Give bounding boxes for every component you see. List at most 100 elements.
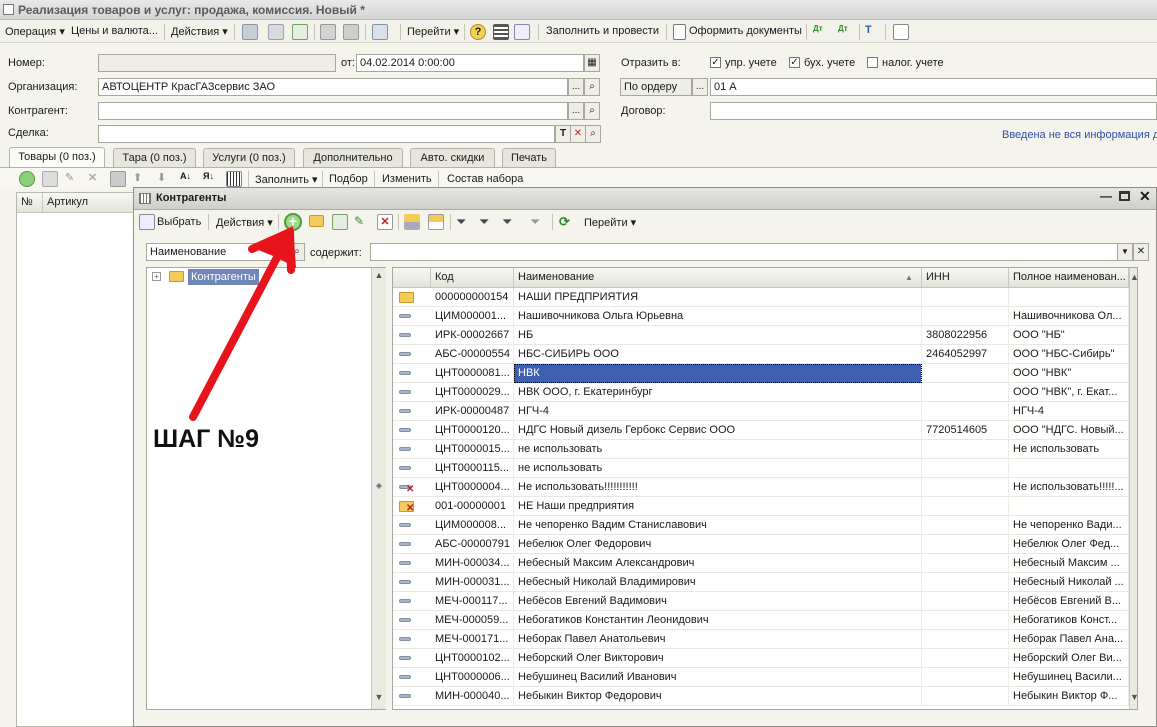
sort-desc-icon[interactable]: Я↓ — [203, 171, 219, 187]
dialog-actions-menu[interactable]: Действия ▾ — [216, 216, 273, 229]
add-new-contractor-icon[interactable]: + — [284, 213, 302, 231]
date-field[interactable]: 04.02.2014 0:00:00 — [356, 54, 584, 72]
organization-field[interactable]: АВТОЦЕНТР КрасГАЗсервис ЗАО — [98, 78, 568, 96]
table-row[interactable]: ЦНТ0000015... не использовать Не использов… — [393, 440, 1129, 459]
search-clear-icon[interactable]: ✕ — [1133, 243, 1149, 261]
table-row[interactable]: ЦНТ0000115... не использовать — [393, 459, 1129, 478]
list-icon[interactable] — [493, 24, 509, 40]
calculator-icon[interactable] — [893, 24, 909, 40]
calendar-icon[interactable]: ▦ — [584, 54, 600, 72]
barcode-icon[interactable] — [226, 171, 242, 187]
filter-history-icon[interactable]: ⏷ — [502, 214, 518, 230]
number-field[interactable] — [98, 54, 336, 72]
add-icon[interactable] — [292, 24, 308, 40]
search-field-select[interactable]: Наименование — [146, 243, 290, 261]
deal-type-button[interactable]: T — [555, 125, 571, 143]
table-row[interactable]: МЕЧ-000059... Небогатиков Константин Леон… — [393, 611, 1129, 630]
edit-row-icon[interactable]: ✎ — [65, 171, 81, 187]
hierarchy-icon[interactable] — [404, 214, 420, 230]
move-to-group-icon[interactable] — [428, 214, 444, 230]
clear-filter-icon[interactable]: ⏷ — [530, 214, 546, 230]
by-order-field[interactable]: По ордеру — [620, 78, 692, 96]
order-value-field[interactable]: 01 А — [710, 78, 1157, 96]
table-row[interactable]: ✕ 001-00000001 НЕ Наши предприятия — [393, 497, 1129, 516]
goto-menu[interactable]: Перейти ▾ — [407, 25, 459, 38]
add-folder-icon[interactable] — [309, 215, 324, 227]
contractor-field[interactable] — [98, 102, 568, 120]
select-button[interactable]: Выбрать — [157, 216, 201, 228]
mark-delete-icon[interactable]: ✕ — [377, 214, 393, 230]
kit-composition-button[interactable]: Состав набора — [447, 173, 523, 185]
refresh-icon[interactable]: ⟳ — [559, 214, 575, 230]
accounting-checkbox[interactable]: ✓ — [789, 57, 800, 68]
table-row[interactable]: ЦНТ0000006... Небушинец Василий Иванович Н… — [393, 668, 1129, 687]
table-row[interactable]: ЦИМ000008... Не чепоренко Вадим Станислав… — [393, 516, 1129, 535]
contractor-search-icon[interactable]: ⌕ — [584, 102, 600, 120]
col-inn[interactable]: ИНН — [922, 268, 1009, 288]
contractor-select-button[interactable]: ... — [568, 102, 584, 120]
filter-by-value-icon[interactable]: ⏷ — [479, 214, 495, 230]
col-code[interactable]: Код — [431, 268, 514, 288]
table-row[interactable]: ЦНТ0000102... Неборский Олег Викторович Не… — [393, 649, 1129, 668]
copy-row-icon[interactable] — [42, 171, 58, 187]
table-row[interactable]: МЕЧ-000171... Неборак Павел Анатольевич Не… — [393, 630, 1129, 649]
table-row[interactable]: ЦИМ000001... Нашивочникова Ольга Юрьевна Н… — [393, 307, 1129, 326]
tax-accounting-checkbox[interactable] — [867, 57, 878, 68]
table-row[interactable]: АБС-00000554 НБС-СИБИРЬ ООО 2464052997 ООО … — [393, 345, 1129, 364]
checklist-icon[interactable] — [514, 24, 530, 40]
text-format-icon[interactable]: T — [865, 24, 881, 40]
unpost-icon[interactable] — [343, 24, 359, 40]
table-row[interactable]: МИН-000034... Небесный Максим Александров… — [393, 554, 1129, 573]
table-row[interactable]: МЕЧ-000117... Небёсов Евгений Вадимович Не… — [393, 592, 1129, 611]
search-input[interactable] — [370, 243, 1118, 261]
deal-field[interactable] — [98, 125, 555, 143]
table-row[interactable]: ЦНТ0000120... НДГС Новый дизель Гербокс С… — [393, 421, 1129, 440]
by-order-select-button[interactable]: ... — [692, 78, 708, 96]
edit-item-icon[interactable]: ✎ — [354, 214, 370, 230]
table-row[interactable]: 000000000154 НАШИ ПРЕДПРИЯТИЯ — [393, 288, 1129, 307]
contract-field[interactable] — [710, 102, 1157, 120]
tab-print[interactable]: Печать — [502, 148, 556, 167]
table-row[interactable]: МИН-000040... Небыкин Виктор Федорович Неб… — [393, 687, 1129, 706]
table-row[interactable]: ЦНТ0000029... НВК ООО, г. Екатеринбург ООО… — [393, 383, 1129, 402]
close-icon[interactable]: ✕ — [1139, 188, 1151, 205]
organization-select-button[interactable]: ... — [568, 78, 584, 96]
save-row-icon[interactable] — [110, 171, 126, 187]
actions-menu[interactable]: Действия ▾ — [171, 25, 228, 38]
table-row[interactable]: ИРК-00000487 НГЧ-4 НГЧ-4 — [393, 402, 1129, 421]
organization-search-icon[interactable]: ⌕ — [584, 78, 600, 96]
mgmt-accounting-checkbox[interactable]: ✓ — [710, 57, 721, 68]
table-row[interactable]: АБС-00000791 Небелюк Олег Федорович Небелю… — [393, 535, 1129, 554]
tab-auto-discounts[interactable]: Авто. скидки — [410, 148, 495, 167]
filter-set-icon[interactable]: ⏷ — [456, 214, 472, 230]
tab-goods[interactable]: Товары (0 поз.) — [9, 147, 105, 168]
fill-and-post-button[interactable]: Заполнить и провести — [546, 25, 659, 37]
search-dropdown-icon[interactable]: ▼ — [1117, 243, 1133, 261]
operation-menu[interactable]: Операция ▾ — [5, 25, 65, 38]
tab-tare[interactable]: Тара (0 поз.) — [113, 148, 196, 167]
change-button[interactable]: Изменить — [382, 173, 432, 185]
tree-expand-icon[interactable]: + — [152, 272, 161, 281]
selection-button[interactable]: Подбор — [329, 173, 368, 185]
table-row[interactable]: ЦНТ0000081... НВК ООО "НВК" — [393, 364, 1129, 383]
search-field-icon[interactable]: ⌕ — [289, 243, 305, 261]
dialog-goto-menu[interactable]: Перейти ▾ — [584, 216, 636, 229]
deal-search-icon[interactable]: ⌕ — [585, 125, 601, 143]
incomplete-info-warning[interactable]: Введена не вся информация д — [1002, 129, 1157, 141]
dtn-kt-icon[interactable]: Дт — [838, 24, 854, 40]
table-row[interactable]: МИН-000031... Небесный Николай Владимиров… — [393, 573, 1129, 592]
delete-row-icon[interactable]: ✕ — [88, 171, 104, 187]
prices-currency-button[interactable]: Цены и валюта... — [71, 25, 158, 37]
minimize-icon[interactable]: — — [1100, 189, 1112, 203]
copy-item-icon[interactable] — [332, 214, 348, 230]
tab-services[interactable]: Услуги (0 поз.) — [203, 148, 295, 167]
post-icon[interactable] — [320, 24, 336, 40]
tree-scrollbar[interactable]: ▲ ◈ ▼ — [371, 268, 386, 709]
help-icon[interactable]: ? — [470, 24, 486, 40]
add-row-icon[interactable] — [19, 171, 35, 187]
tree-root-item[interactable]: Контрагенты — [188, 269, 259, 285]
dt-kt-icon[interactable]: Дт — [813, 24, 829, 40]
move-down-icon[interactable]: ⬇ — [157, 171, 173, 187]
structure-icon[interactable] — [372, 24, 388, 40]
col-full-name[interactable]: Полное наименован... — [1009, 268, 1129, 288]
